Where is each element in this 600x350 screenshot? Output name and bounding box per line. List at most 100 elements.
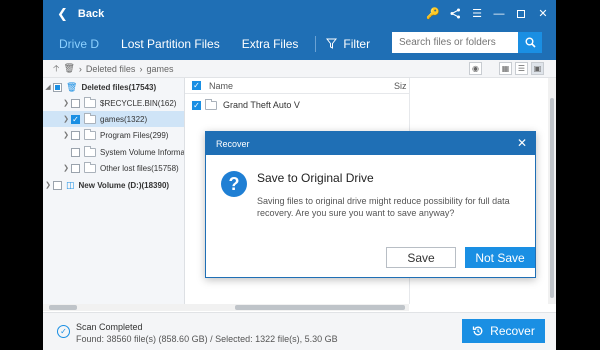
folder-tree: ◢ 🗑 Deleted files(17543) ❯ $RECYCLE.BIN(…: [43, 78, 185, 304]
folder-icon: [84, 128, 96, 140]
folder-icon: [205, 98, 217, 110]
tree-checkbox[interactable]: [71, 98, 80, 108]
tree-item-deleted-files[interactable]: ◢ 🗑 Deleted files(17543): [43, 79, 184, 95]
folder-icon: [84, 161, 96, 173]
menu-icon[interactable]: ☰: [470, 7, 484, 21]
tree-scrollbar[interactable]: [43, 304, 185, 311]
collapse-arrow-icon[interactable]: ◢: [43, 83, 53, 91]
tree-item-label: Deleted files(17543): [81, 82, 157, 92]
trash-icon: 🗑: [63, 63, 75, 73]
column-size[interactable]: Siz: [394, 81, 407, 91]
search-icon: [525, 37, 536, 48]
tree-checkbox[interactable]: ✓: [71, 114, 80, 124]
column-name[interactable]: Name: [209, 81, 394, 91]
tree-checkbox[interactable]: [53, 82, 62, 92]
tree-checkbox[interactable]: [53, 180, 62, 190]
up-arrow-icon[interactable]: 🡡: [53, 61, 59, 77]
question-icon: ?: [221, 171, 247, 197]
tab-lost-partition-files[interactable]: Lost Partition Files: [110, 27, 231, 60]
back-button[interactable]: ❮ Back: [57, 6, 104, 22]
breadcrumb: 🡡 🗑 › Deleted files › games ◉ ▦ ☰ ▣: [43, 60, 556, 78]
breadcrumb-separator: ›: [78, 63, 82, 74]
dialog-message: Saving files to original drive might red…: [257, 196, 510, 218]
back-label: Back: [77, 7, 105, 20]
table-row[interactable]: ✓ Grand Theft Auto V: [185, 96, 409, 114]
save-button[interactable]: Save: [386, 247, 456, 268]
trash-icon: 🗑: [66, 81, 78, 92]
tree-item-label: New Volume (D:)(18390): [78, 180, 170, 190]
drive-icon: ◫: [66, 179, 75, 190]
tree-item-games[interactable]: ❯ ✓ games(1322): [43, 111, 184, 127]
view-mode-toggle: ◉ ▦ ☰ ▣: [469, 62, 544, 75]
dialog-header: Recover ✕: [206, 132, 535, 155]
detail-view-icon[interactable]: ▣: [531, 62, 544, 75]
search-input[interactable]: [392, 32, 518, 53]
tree-item-label: Other lost files(15758): [100, 163, 179, 173]
minimize-icon[interactable]: —: [492, 7, 506, 21]
tree-item-label: System Volume Informa: [100, 147, 185, 157]
file-list-header: ✓ Name Siz: [185, 78, 409, 94]
breadcrumb-separator: ›: [139, 63, 143, 74]
recover-label: Recover: [490, 324, 535, 338]
nav-divider: [315, 35, 317, 52]
grid-view-icon[interactable]: ▦: [499, 62, 512, 75]
expand-arrow-icon[interactable]: ❯: [61, 131, 71, 139]
filter-label: Filter: [343, 36, 371, 51]
scrollbar-thumb[interactable]: [550, 98, 554, 298]
tree-checkbox[interactable]: [71, 147, 80, 157]
key-icon[interactable]: 🔑: [426, 7, 440, 21]
folder-icon: [84, 112, 96, 124]
folder-icon: [84, 96, 96, 108]
expand-arrow-icon[interactable]: ❯: [61, 99, 71, 107]
filelist-scrollbar[interactable]: [185, 304, 409, 311]
tree-item-new-volume[interactable]: ❯ ◫ New Volume (D:)(18390): [43, 177, 184, 193]
dialog-close-icon[interactable]: ✕: [517, 136, 527, 150]
filter-icon: [326, 38, 338, 49]
nav-bar: Drive D Lost Partition Files Extra Files…: [43, 27, 556, 60]
expand-arrow-icon[interactable]: ❯: [61, 115, 71, 123]
expand-arrow-icon[interactable]: ❯: [43, 181, 53, 189]
tab-drive-d[interactable]: Drive D: [43, 27, 110, 60]
tree-item-label: $RECYCLE.BIN(162): [100, 98, 177, 108]
scrollbar-thumb[interactable]: [235, 305, 405, 310]
status-detail: Found: 38560 file(s) (858.60 GB) / Selec…: [76, 334, 338, 344]
tree-item-other-lost-files[interactable]: ❯ Other lost files(15758): [43, 160, 184, 176]
search-button[interactable]: [518, 32, 542, 53]
file-name: Grand Theft Auto V: [223, 100, 300, 110]
select-all-checkbox[interactable]: ✓: [192, 81, 201, 90]
tree-item-label: games(1322): [100, 114, 148, 124]
close-icon[interactable]: ✕: [536, 7, 550, 21]
breadcrumb-games[interactable]: games: [146, 64, 173, 74]
tab-extra-files[interactable]: Extra Files: [231, 27, 310, 60]
tree-item-label: Program Files(299): [100, 130, 169, 140]
breadcrumb-deleted-files[interactable]: Deleted files: [86, 64, 136, 74]
window-controls: 🔑 ☰ — ✕: [426, 0, 550, 27]
preview-scrollbar[interactable]: [548, 78, 556, 304]
maximize-icon[interactable]: [514, 7, 528, 21]
search-box: [392, 32, 542, 53]
recover-icon: [473, 326, 483, 336]
tree-item-recycle-bin[interactable]: ❯ $RECYCLE.BIN(162): [43, 95, 184, 111]
filter-button[interactable]: Filter: [322, 37, 370, 51]
dialog-title: Save to Original Drive: [257, 171, 374, 185]
recover-button[interactable]: Recover: [462, 319, 545, 343]
scrollbar-thumb[interactable]: [49, 305, 77, 310]
recover-dialog: Recover ✕ ? Save to Original Drive Savin…: [205, 131, 536, 278]
tree-checkbox[interactable]: [71, 163, 80, 173]
list-view-icon[interactable]: ☰: [515, 62, 528, 75]
row-checkbox[interactable]: ✓: [192, 100, 201, 110]
title-bar: ❮ Back 🔑 ☰ — ✕: [43, 0, 556, 27]
preview-eye-icon[interactable]: ◉: [469, 62, 482, 75]
app-window: ❮ Back 🔑 ☰ — ✕ Drive D Lost Partition Fi…: [43, 0, 556, 350]
dialog-header-title: Recover: [216, 138, 250, 149]
tree-checkbox[interactable]: [71, 130, 80, 140]
not-save-button[interactable]: Not Save: [465, 247, 535, 268]
status-bar: ✓ Scan Completed Found: 38560 file(s) (8…: [43, 312, 556, 350]
share-icon[interactable]: [448, 7, 462, 21]
scan-complete-icon: ✓: [57, 325, 70, 338]
folder-icon: [84, 145, 96, 157]
tree-item-system-volume[interactable]: System Volume Informa: [43, 144, 185, 160]
expand-arrow-icon[interactable]: ❯: [61, 164, 71, 172]
status-title: Scan Completed: [76, 322, 143, 332]
tree-item-program-files[interactable]: ❯ Program Files(299): [43, 127, 184, 143]
